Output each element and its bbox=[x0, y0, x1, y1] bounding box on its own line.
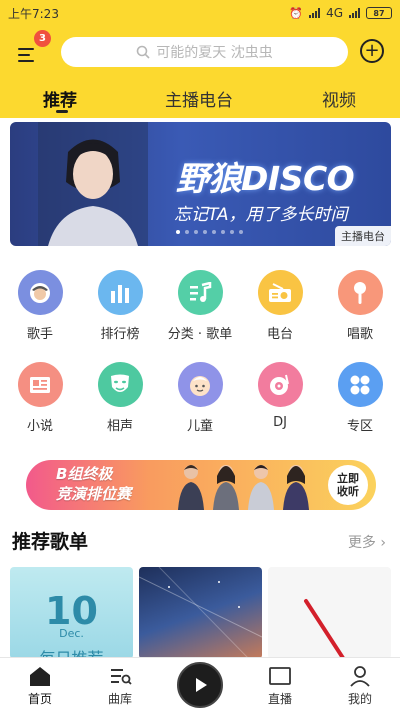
home-icon bbox=[30, 667, 50, 686]
promo-text: B组终极 竞演排位赛 bbox=[56, 464, 131, 504]
network-label: 4G bbox=[326, 6, 343, 20]
promo-person-image bbox=[178, 465, 204, 510]
grid-label: 唱歌 bbox=[346, 327, 373, 342]
status-time: 上午7:23 bbox=[8, 6, 59, 21]
grid-label: 歌手 bbox=[26, 327, 53, 342]
playlist-card-3[interactable] bbox=[268, 567, 391, 657]
library-icon bbox=[111, 669, 132, 685]
nav-live[interactable]: 直播 bbox=[250, 664, 310, 707]
more-label: 更多 bbox=[347, 535, 376, 551]
banner-title: 野狼DISCO bbox=[176, 159, 355, 198]
listen-now-button[interactable]: 立即 收听 bbox=[328, 465, 368, 505]
listen-now-line-2: 收听 bbox=[337, 485, 359, 498]
listen-now-line-1: 立即 bbox=[337, 472, 359, 485]
book-icon bbox=[17, 362, 63, 407]
now-playing-button[interactable] bbox=[177, 662, 223, 708]
mask-icon bbox=[97, 362, 143, 407]
grid-label: 电台 bbox=[266, 327, 293, 342]
nav-home[interactable]: 首页 bbox=[10, 664, 70, 707]
promo-line-2: 竞演排位赛 bbox=[56, 485, 132, 503]
chevron-right-icon: › bbox=[380, 535, 386, 551]
playlist-icon bbox=[177, 270, 223, 315]
banner-tag: 主播电台 bbox=[335, 226, 391, 246]
grid-item-chart[interactable]: 排行榜 bbox=[80, 270, 160, 342]
promo-person-image bbox=[283, 465, 309, 510]
card-month: Dec. bbox=[59, 627, 84, 640]
nav-label: 首页 bbox=[27, 692, 52, 706]
tab-anchor-radio[interactable]: 主播电台 bbox=[165, 86, 233, 111]
app-screen: 上午7:23 ⏰ 4G 87 3 可能的夏天 沈虫虫 + 推荐 主播电台 视频 bbox=[0, 0, 400, 711]
active-tab-indicator bbox=[56, 110, 68, 113]
grid-label: 分类 · 歌单 bbox=[167, 327, 233, 342]
battery-icon: 87 bbox=[366, 7, 392, 19]
grid-label: 小说 bbox=[26, 419, 53, 434]
search-input[interactable]: 可能的夏天 沈虫虫 bbox=[61, 37, 348, 67]
dj-icon bbox=[257, 362, 303, 407]
singer-icon bbox=[17, 270, 63, 315]
status-bar: 上午7:23 ⏰ 4G 87 bbox=[0, 0, 400, 26]
signal-icon bbox=[309, 8, 321, 18]
grid-item-zone[interactable]: 专区 bbox=[320, 362, 400, 434]
grid-item-playlist[interactable]: 分类 · 歌单 bbox=[160, 270, 240, 342]
hero-banner[interactable]: 野狼DISCO 忘记TA，用了多长时间 主播电台 bbox=[10, 122, 391, 246]
grid-label: DJ bbox=[273, 415, 287, 430]
nav-library[interactable]: 曲库 bbox=[90, 664, 150, 707]
grid-item-dj[interactable]: DJ bbox=[240, 362, 320, 430]
playlist-cards: 10 Dec. 每日推荐 bbox=[0, 567, 400, 657]
search-placeholder: 可能的夏天 沈虫虫 bbox=[156, 45, 273, 61]
banner-person-image bbox=[38, 122, 148, 246]
header: 3 可能的夏天 沈虫虫 + 推荐 主播电台 视频 bbox=[0, 26, 400, 118]
grid-item-crosstalk[interactable]: 相声 bbox=[80, 362, 160, 434]
battery-level: 87 bbox=[373, 8, 385, 18]
grid-label: 排行榜 bbox=[100, 327, 140, 342]
more-link[interactable]: 更多 › bbox=[348, 532, 386, 552]
grid-item-kids[interactable]: 儿童 bbox=[160, 362, 240, 434]
tab-recommend[interactable]: 推荐 bbox=[43, 86, 77, 111]
search-icon bbox=[136, 45, 150, 59]
mic-icon bbox=[337, 270, 383, 315]
play-icon bbox=[196, 678, 207, 692]
nav-label: 曲库 bbox=[107, 692, 132, 706]
grid-item-novel[interactable]: 小说 bbox=[0, 362, 80, 434]
add-button[interactable]: + bbox=[360, 39, 384, 63]
signal-icon-secondary bbox=[349, 8, 360, 18]
promo-banner[interactable]: B组终极 竞演排位赛 立即 收听 bbox=[26, 460, 376, 510]
status-indicators: ⏰ 4G 87 bbox=[289, 6, 392, 20]
menu-button[interactable] bbox=[16, 44, 44, 66]
live-icon bbox=[269, 667, 291, 685]
nav-label: 我的 bbox=[347, 692, 372, 706]
chart-icon bbox=[97, 270, 143, 315]
banner-subtitle: 忘记TA，用了多长时间 bbox=[174, 205, 348, 225]
banner-pagination bbox=[176, 230, 243, 234]
playlist-card-daily[interactable]: 10 Dec. 每日推荐 bbox=[10, 567, 133, 657]
tab-video[interactable]: 视频 bbox=[322, 86, 356, 111]
alarm-icon: ⏰ bbox=[289, 6, 304, 20]
promo-line-1: B组终极 bbox=[56, 465, 113, 483]
grid-label: 相声 bbox=[106, 419, 133, 434]
card-tag: 每日推荐 bbox=[10, 645, 133, 657]
nav-label: 直播 bbox=[267, 692, 292, 706]
grid-item-singer[interactable]: 歌手 bbox=[0, 270, 80, 342]
nav-profile[interactable]: 我的 bbox=[330, 664, 390, 707]
zone-icon bbox=[337, 362, 383, 407]
notification-badge: 3 bbox=[34, 30, 51, 47]
plus-icon: + bbox=[364, 40, 380, 61]
profile-icon bbox=[350, 666, 370, 687]
playlist-cover-image bbox=[139, 567, 262, 657]
grid-label: 儿童 bbox=[186, 419, 213, 434]
promo-person-image bbox=[213, 465, 239, 510]
section-title: 推荐歌单 bbox=[12, 531, 89, 553]
grid-item-radio[interactable]: 电台 bbox=[240, 270, 320, 342]
promo-person-image bbox=[248, 465, 274, 510]
grid-label: 专区 bbox=[346, 419, 373, 434]
radio-icon bbox=[257, 270, 303, 315]
grid-item-sing[interactable]: 唱歌 bbox=[320, 270, 400, 342]
child-icon bbox=[177, 362, 223, 407]
playlist-card-2[interactable] bbox=[139, 567, 262, 657]
